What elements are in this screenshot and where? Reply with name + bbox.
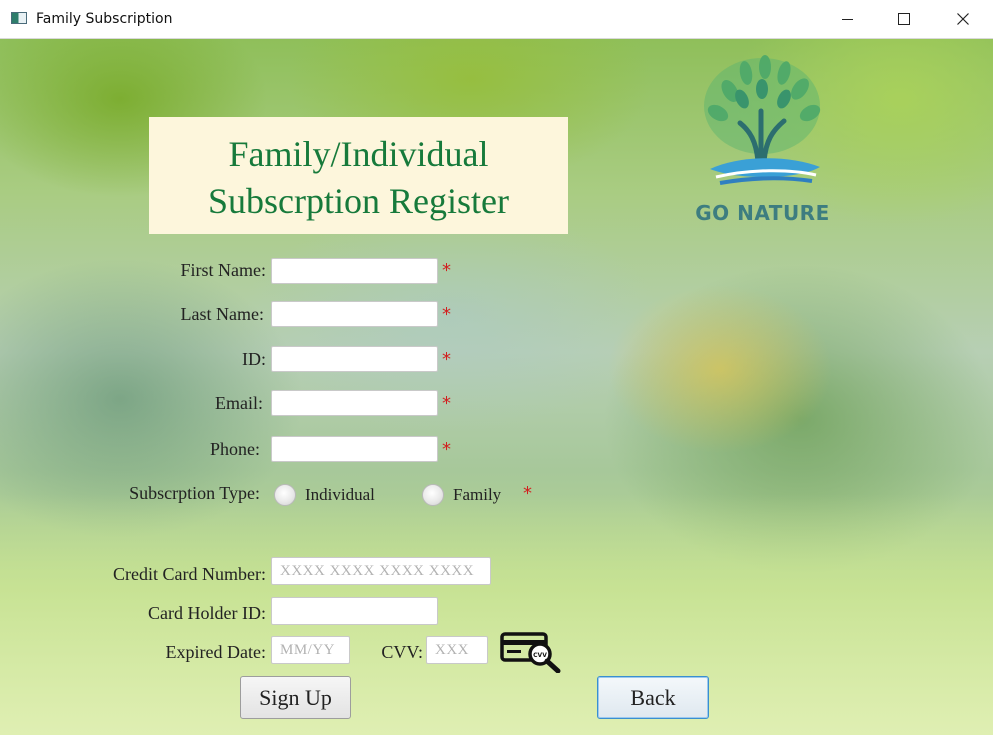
tree-logo-icon [704, 55, 821, 185]
last-name-required-mark: * [442, 304, 451, 325]
window-titlebar: Family Subscription [0, 0, 993, 39]
id-label: ID: [242, 349, 266, 369]
cvv-card-magnifier-icon: CVV [500, 632, 561, 673]
last-name-label: Last Name: [180, 304, 264, 324]
close-button[interactable] [940, 0, 986, 38]
cvv-input[interactable] [426, 636, 488, 664]
first-name-required-mark: * [442, 260, 451, 281]
card-holder-id-input[interactable] [271, 597, 438, 625]
family-radio[interactable] [422, 484, 444, 506]
heading-line-2: Subscrption Register [208, 181, 509, 221]
email-input[interactable] [271, 390, 438, 416]
phone-label: Phone: [209, 439, 260, 459]
sign-up-button[interactable]: Sign Up [240, 676, 351, 719]
phone-input[interactable] [271, 436, 438, 462]
expired-date-input[interactable] [271, 636, 350, 664]
minimize-icon [841, 18, 853, 20]
credit-card-number-input[interactable] [271, 557, 491, 585]
close-icon [957, 13, 969, 25]
back-button[interactable]: Back [597, 676, 709, 719]
family-radio-label[interactable]: Family [453, 485, 501, 505]
window-title: Family Subscription [36, 11, 173, 27]
id-required-mark: * [442, 349, 451, 370]
id-input[interactable] [271, 346, 438, 372]
first-name-label: First Name: [180, 260, 267, 280]
heading-line-1: Family/Individual [228, 134, 489, 174]
expired-date-label: Expired Date: [165, 642, 266, 662]
maximize-button[interactable] [881, 0, 927, 38]
first-name-input[interactable] [271, 258, 438, 284]
background-scene: GO NATURE Family/Individual Subscrption … [0, 39, 993, 735]
last-name-input[interactable] [271, 301, 438, 327]
cvv-icon-text: CVV [533, 652, 547, 659]
logo-text: GO NATURE [695, 201, 830, 225]
card-holder-id-label: Card Holder ID: [148, 603, 266, 623]
individual-radio-label[interactable]: Individual [305, 485, 375, 505]
subscription-type-label: Subscrption Type: [129, 483, 260, 503]
subscription-type-required-mark: * [523, 483, 532, 504]
cvv-label: CVV: [381, 642, 423, 662]
go-nature-logo: GO NATURE [680, 51, 845, 231]
email-label: Email: [215, 393, 263, 413]
app-icon [11, 12, 27, 24]
credit-card-number-label: Credit Card Number: [113, 564, 266, 584]
maximize-icon [898, 13, 910, 25]
email-required-mark: * [442, 393, 451, 414]
phone-required-mark: * [442, 439, 451, 460]
minimize-button[interactable] [824, 0, 870, 38]
individual-radio[interactable] [274, 484, 296, 506]
page-heading: Family/Individual Subscrption Register [149, 117, 568, 234]
